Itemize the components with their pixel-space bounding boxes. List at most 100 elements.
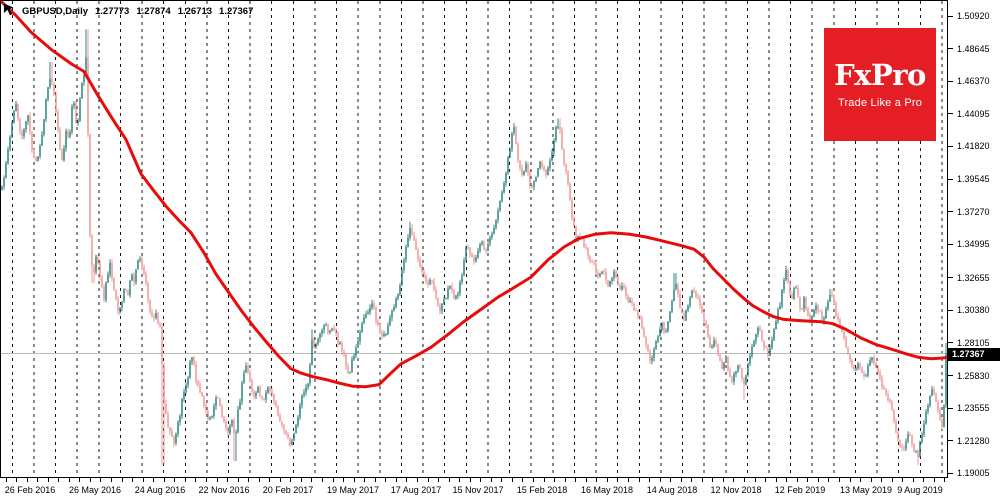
date-axis-tick <box>776 478 777 482</box>
date-axis-label: 15 Nov 2017 <box>452 485 503 495</box>
price-axis-label: 1.30380 <box>957 305 990 315</box>
date-axis-tick <box>100 478 101 482</box>
date-axis-tick <box>206 478 207 482</box>
date-axis-tick <box>396 478 397 482</box>
date-axis-tick <box>881 478 882 482</box>
date-axis-tick <box>871 478 872 482</box>
date-axis-tick <box>744 478 745 482</box>
date-axis-tick <box>354 478 355 482</box>
date-axis-tick <box>217 478 218 482</box>
date-axis-tick <box>501 478 502 482</box>
date-axis-tick <box>892 478 893 482</box>
date-axis-label: 15 Feb 2018 <box>517 485 568 495</box>
date-axis-tick <box>554 478 555 482</box>
price-axis-tick <box>948 408 953 409</box>
date-axis-tick <box>143 478 144 482</box>
date-axis-tick <box>902 478 903 482</box>
ohlc-open: 1.27773 <box>95 6 129 17</box>
date-axis-tick <box>586 478 587 482</box>
date-axis-tick <box>195 478 196 482</box>
price-axis-tick <box>948 211 953 212</box>
date-axis-tick <box>459 478 460 482</box>
cursor-arrow-icon <box>3 3 15 19</box>
symbol-period-label: GBPUSD,Daily <box>22 6 88 17</box>
date-axis-tick <box>227 478 228 482</box>
date-axis-tick <box>691 478 692 482</box>
date-axis-tick <box>786 478 787 482</box>
date-axis-tick <box>649 478 650 482</box>
date-axis-tick <box>90 478 91 482</box>
price-axis-tick <box>948 440 953 441</box>
date-axis-label: 26 May 2016 <box>69 485 121 495</box>
fxpro-logo-tagline: Trade Like a Pro <box>838 97 922 109</box>
date-axis-tick <box>670 478 671 482</box>
price-axis-tick <box>948 277 953 278</box>
date-axis-tick <box>290 478 291 482</box>
date-axis-tick <box>48 478 49 482</box>
price-axis-label: 1.50920 <box>957 11 990 21</box>
date-axis-tick <box>322 478 323 482</box>
date-axis-tick <box>164 478 165 482</box>
date-axis-tick <box>491 478 492 482</box>
date-axis-label: 20 Feb 2017 <box>263 485 314 495</box>
price-axis-tick <box>948 146 953 147</box>
price-axis-label: 1.19005 <box>957 468 990 478</box>
ohlc-close: 1.27367 <box>219 6 253 17</box>
price-axis-tick <box>948 244 953 245</box>
date-axis-tick <box>702 478 703 482</box>
date-axis-tick <box>607 478 608 482</box>
date-axis-label: 26 Feb 2016 <box>5 485 56 495</box>
price-axis-tick <box>948 473 953 474</box>
price-axis[interactable]: 1.509201.486451.463701.440951.418201.395… <box>948 0 1000 478</box>
price-axis-tick <box>948 179 953 180</box>
date-axis-tick <box>153 478 154 482</box>
date-axis-label: 12 Nov 2018 <box>710 485 761 495</box>
price-axis-label: 1.41820 <box>957 141 990 151</box>
ohlc-low: 1.26713 <box>178 6 212 17</box>
date-axis-tick <box>6 478 7 482</box>
date-axis-tick <box>681 478 682 482</box>
date-axis-tick <box>807 478 808 482</box>
date-axis-tick <box>311 478 312 482</box>
date-axis-tick <box>575 478 576 482</box>
price-axis-tick <box>948 310 953 311</box>
date-axis-label: 9 Aug 2019 <box>897 485 943 495</box>
price-axis-label: 1.48645 <box>957 44 990 54</box>
date-axis-tick <box>406 478 407 482</box>
date-axis-tick <box>712 478 713 482</box>
chart-title: GBPUSD,Daily 1.27773 1.27874 1.26713 1.2… <box>3 3 253 19</box>
price-axis-label: 1.44095 <box>957 109 990 119</box>
date-axis-tick <box>533 478 534 482</box>
date-axis-tick <box>301 478 302 482</box>
date-axis-tick <box>37 478 38 482</box>
date-axis-label: 22 Nov 2016 <box>198 485 249 495</box>
date-axis-tick <box>544 478 545 482</box>
date-axis-tick <box>111 478 112 482</box>
date-axis-tick <box>839 478 840 482</box>
date-axis-tick <box>259 478 260 482</box>
date-axis-tick <box>16 478 17 482</box>
chart-plot-area[interactable]: GBPUSD,Daily 1.27773 1.27874 1.26713 1.2… <box>0 0 948 478</box>
date-axis-tick <box>375 478 376 482</box>
date-axis-tick <box>122 478 123 482</box>
date-axis-tick <box>639 478 640 482</box>
price-axis-label: 1.23555 <box>957 403 990 413</box>
date-axis-tick <box>27 478 28 482</box>
date-axis-tick <box>132 478 133 482</box>
price-axis-label: 1.28105 <box>957 338 990 348</box>
price-axis-tick <box>948 113 953 114</box>
date-axis-tick <box>364 478 365 482</box>
price-axis-label: 1.37270 <box>957 207 990 217</box>
date-axis-label: 19 May 2017 <box>327 485 379 495</box>
candlestick-chart-canvas[interactable] <box>1 1 947 477</box>
date-axis-tick <box>79 478 80 482</box>
date-axis[interactable]: 26 Feb 201626 May 201624 Aug 201622 Nov … <box>0 478 948 500</box>
price-axis-tick <box>948 16 953 17</box>
date-axis-label: 13 May 2019 <box>840 485 892 495</box>
date-axis-tick <box>438 478 439 482</box>
price-axis-label: 1.34995 <box>957 239 990 249</box>
date-axis-label: 14 Aug 2018 <box>647 485 698 495</box>
date-axis-tick <box>185 478 186 482</box>
price-axis-tick <box>948 375 953 376</box>
date-axis-tick <box>238 478 239 482</box>
